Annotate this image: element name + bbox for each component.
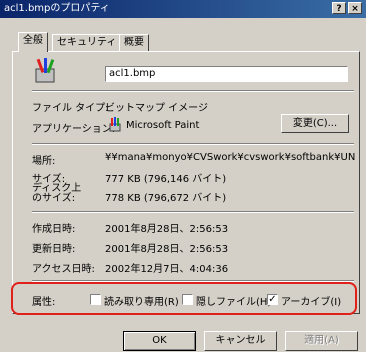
accessed-label: アクセス日時: [32,264,95,275]
disksize-value: 778 KB (796,672 バイト) [105,193,227,204]
type-label: ファイル タイプ: [32,103,109,114]
properties-dialog: acl1.bmpのプロパティ ? × 全般 セキュリティ 概要 acl1.bmp… [0,0,366,352]
tab-security[interactable]: セキュリティ [52,34,122,51]
window-title: acl1.bmpのプロパティ [4,3,110,14]
modified-value: 2001年8月28日、2:56:53 [105,244,229,255]
apply-button[interactable]: 適用(A) [285,331,358,351]
disksize-label-line2: のサイズ: [32,193,76,204]
modified-label: 更新日時: [32,244,76,255]
paint-app-icon [109,117,121,132]
help-button[interactable]: ? [332,2,346,14]
close-button[interactable]: × [348,2,362,14]
app-value: Microsoft Paint [126,120,200,131]
tab-summary[interactable]: 概要 [119,34,149,51]
created-value: 2001年8月28日、2:56:53 [105,224,229,235]
disksize-label: ディスク上 のサイズ: [32,184,81,204]
paint-icon [35,58,55,83]
created-label: 作成日時: [32,224,76,235]
separator [32,211,354,213]
location-label: 場所: [32,156,56,167]
accessed-value: 2002年12月7日、4:04:36 [105,264,229,275]
tab-general[interactable]: 全般 [18,32,48,52]
cancel-button[interactable]: キャンセル [204,331,277,351]
change-button[interactable]: 変更(C)... [281,114,349,133]
location-value: ¥¥mana¥monyo¥CVSwork¥cvswork¥softbank¥UN… [105,152,355,163]
title-bar[interactable]: acl1.bmpのプロパティ ? × [0,0,366,18]
separator [32,143,354,145]
type-value: ビットマップ イメージ [105,103,208,114]
separator [32,90,354,92]
attributes-highlight [11,282,357,315]
size-value: 777 KB (796,146 バイト) [105,174,227,185]
file-name-field[interactable]: acl1.bmp [105,66,348,82]
ok-button[interactable]: OK [123,331,196,351]
app-label: アプリケーション: [32,124,116,135]
